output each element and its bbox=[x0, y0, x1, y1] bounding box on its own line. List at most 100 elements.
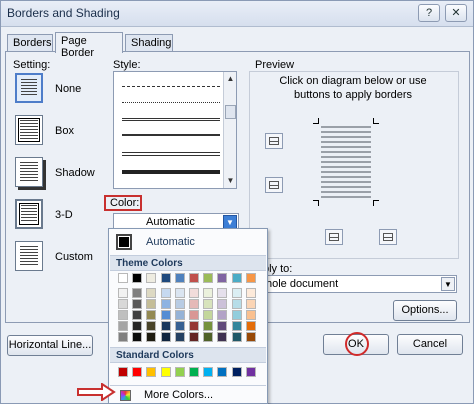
setting-custom-icon[interactable] bbox=[15, 241, 43, 271]
tab-page-border[interactable]: Page Border bbox=[55, 32, 123, 59]
theme-shade-swatch[interactable] bbox=[231, 321, 242, 331]
theme-shade-swatch[interactable] bbox=[245, 332, 256, 342]
help-button[interactable]: ? bbox=[418, 4, 440, 22]
setting-shadow-icon[interactable] bbox=[15, 157, 43, 187]
left-border-button[interactable] bbox=[325, 229, 343, 245]
theme-shade-swatch[interactable] bbox=[203, 332, 214, 342]
style-list[interactable]: ▲ ▼ bbox=[113, 71, 237, 189]
theme-shade-swatch[interactable] bbox=[132, 310, 143, 320]
setting-3d-icon[interactable] bbox=[15, 199, 43, 229]
theme-shade-swatch[interactable] bbox=[174, 321, 185, 331]
style-dash-dot[interactable] bbox=[122, 86, 220, 87]
theme-shade-swatch[interactable] bbox=[118, 288, 128, 298]
theme-shade-swatch[interactable] bbox=[217, 299, 228, 309]
options-button[interactable]: Options... bbox=[393, 300, 457, 321]
setting-shadow-label[interactable]: Shadow bbox=[55, 167, 95, 179]
theme-shade-swatch[interactable] bbox=[118, 299, 128, 309]
standard-color-swatch[interactable] bbox=[160, 367, 171, 377]
right-border-button[interactable] bbox=[379, 229, 397, 245]
automatic-color-option[interactable]: Automatic bbox=[110, 230, 266, 254]
theme-shade-swatch[interactable] bbox=[146, 310, 157, 320]
standard-color-swatch[interactable] bbox=[118, 367, 128, 377]
theme-shade-swatch[interactable] bbox=[118, 310, 128, 320]
style-dot-dot[interactable] bbox=[122, 102, 220, 103]
theme-shade-swatch[interactable] bbox=[203, 299, 214, 309]
theme-shade-swatch[interactable] bbox=[189, 288, 199, 298]
theme-shade-swatch[interactable] bbox=[132, 299, 143, 309]
theme-shade-swatch[interactable] bbox=[146, 321, 157, 331]
scroll-thumb[interactable] bbox=[225, 105, 236, 119]
setting-box-icon[interactable] bbox=[15, 115, 43, 145]
cancel-button[interactable]: Cancel bbox=[397, 334, 463, 355]
close-button[interactable]: ✕ bbox=[445, 4, 467, 22]
theme-color-swatch[interactable] bbox=[118, 273, 128, 283]
theme-shade-swatch[interactable] bbox=[132, 288, 143, 298]
theme-shade-swatch[interactable] bbox=[217, 310, 228, 320]
theme-shade-swatch[interactable] bbox=[118, 321, 128, 331]
standard-color-swatch[interactable] bbox=[146, 367, 157, 377]
theme-shade-swatch[interactable] bbox=[245, 321, 256, 331]
style-double[interactable] bbox=[122, 118, 220, 121]
theme-shade-swatch[interactable] bbox=[203, 288, 214, 298]
theme-shade-swatch[interactable] bbox=[189, 332, 199, 342]
horizontal-line-button[interactable]: Horizontal Line... bbox=[7, 335, 93, 356]
standard-color-swatch[interactable] bbox=[203, 367, 214, 377]
theme-color-swatch[interactable] bbox=[245, 273, 256, 283]
setting-none-label[interactable]: None bbox=[55, 83, 81, 95]
theme-color-swatch[interactable] bbox=[189, 273, 199, 283]
color-dropdown-arrow-icon[interactable]: ▼ bbox=[223, 215, 237, 229]
theme-shade-swatch[interactable] bbox=[231, 332, 242, 342]
standard-color-swatch[interactable] bbox=[231, 367, 242, 377]
theme-color-swatch[interactable] bbox=[203, 273, 214, 283]
tab-borders[interactable]: Borders bbox=[7, 34, 53, 52]
theme-shade-swatch[interactable] bbox=[160, 321, 171, 331]
style-thick[interactable] bbox=[122, 170, 220, 174]
theme-shade-swatch[interactable] bbox=[245, 310, 256, 320]
theme-shade-swatch[interactable] bbox=[132, 321, 143, 331]
theme-shade-swatch[interactable] bbox=[245, 288, 256, 298]
theme-shade-swatch[interactable] bbox=[217, 288, 228, 298]
apply-dropdown-arrow-icon[interactable]: ▼ bbox=[441, 277, 455, 291]
theme-shade-swatch[interactable] bbox=[118, 332, 128, 342]
more-colors-option[interactable]: More Colors... bbox=[110, 385, 266, 403]
theme-shade-swatch[interactable] bbox=[231, 288, 242, 298]
theme-shade-swatch[interactable] bbox=[217, 332, 228, 342]
theme-shade-swatch[interactable] bbox=[231, 299, 242, 309]
apply-to-dropdown[interactable]: hole document ▼ bbox=[263, 275, 457, 293]
theme-shade-swatch[interactable] bbox=[217, 321, 228, 331]
setting-custom-label[interactable]: Custom bbox=[55, 251, 93, 263]
theme-shade-swatch[interactable] bbox=[203, 321, 214, 331]
theme-shade-swatch[interactable] bbox=[160, 310, 171, 320]
theme-shade-swatch[interactable] bbox=[189, 310, 199, 320]
standard-color-swatch[interactable] bbox=[189, 367, 199, 377]
theme-color-swatch[interactable] bbox=[132, 273, 143, 283]
standard-color-swatch[interactable] bbox=[217, 367, 228, 377]
theme-shade-swatch[interactable] bbox=[203, 310, 214, 320]
theme-shade-swatch[interactable] bbox=[146, 332, 157, 342]
setting-box-label[interactable]: Box bbox=[55, 125, 74, 137]
theme-color-swatch[interactable] bbox=[146, 273, 157, 283]
theme-shade-swatch[interactable] bbox=[189, 321, 199, 331]
theme-shade-swatch[interactable] bbox=[146, 288, 157, 298]
theme-color-swatch[interactable] bbox=[231, 273, 242, 283]
standard-color-swatch[interactable] bbox=[245, 367, 256, 377]
top-border-button[interactable] bbox=[265, 133, 283, 149]
theme-shade-swatch[interactable] bbox=[174, 288, 185, 298]
theme-shade-swatch[interactable] bbox=[160, 332, 171, 342]
theme-shade-swatch[interactable] bbox=[160, 288, 171, 298]
theme-shade-swatch[interactable] bbox=[174, 299, 185, 309]
style-thick-double[interactable] bbox=[122, 152, 220, 156]
theme-shade-swatch[interactable] bbox=[160, 299, 171, 309]
tab-shading[interactable]: Shading bbox=[125, 34, 173, 52]
style-scrollbar[interactable]: ▲ ▼ bbox=[223, 72, 236, 188]
setting-none-icon[interactable] bbox=[15, 73, 43, 103]
preview-page[interactable] bbox=[321, 126, 371, 198]
standard-color-swatch[interactable] bbox=[174, 367, 185, 377]
theme-shade-swatch[interactable] bbox=[174, 310, 185, 320]
theme-shade-swatch[interactable] bbox=[146, 299, 157, 309]
style-solid[interactable] bbox=[122, 134, 220, 136]
theme-shade-swatch[interactable] bbox=[189, 299, 199, 309]
theme-color-swatch[interactable] bbox=[217, 273, 228, 283]
scroll-down-arrow-icon[interactable]: ▼ bbox=[225, 175, 236, 187]
theme-color-swatch[interactable] bbox=[160, 273, 171, 283]
